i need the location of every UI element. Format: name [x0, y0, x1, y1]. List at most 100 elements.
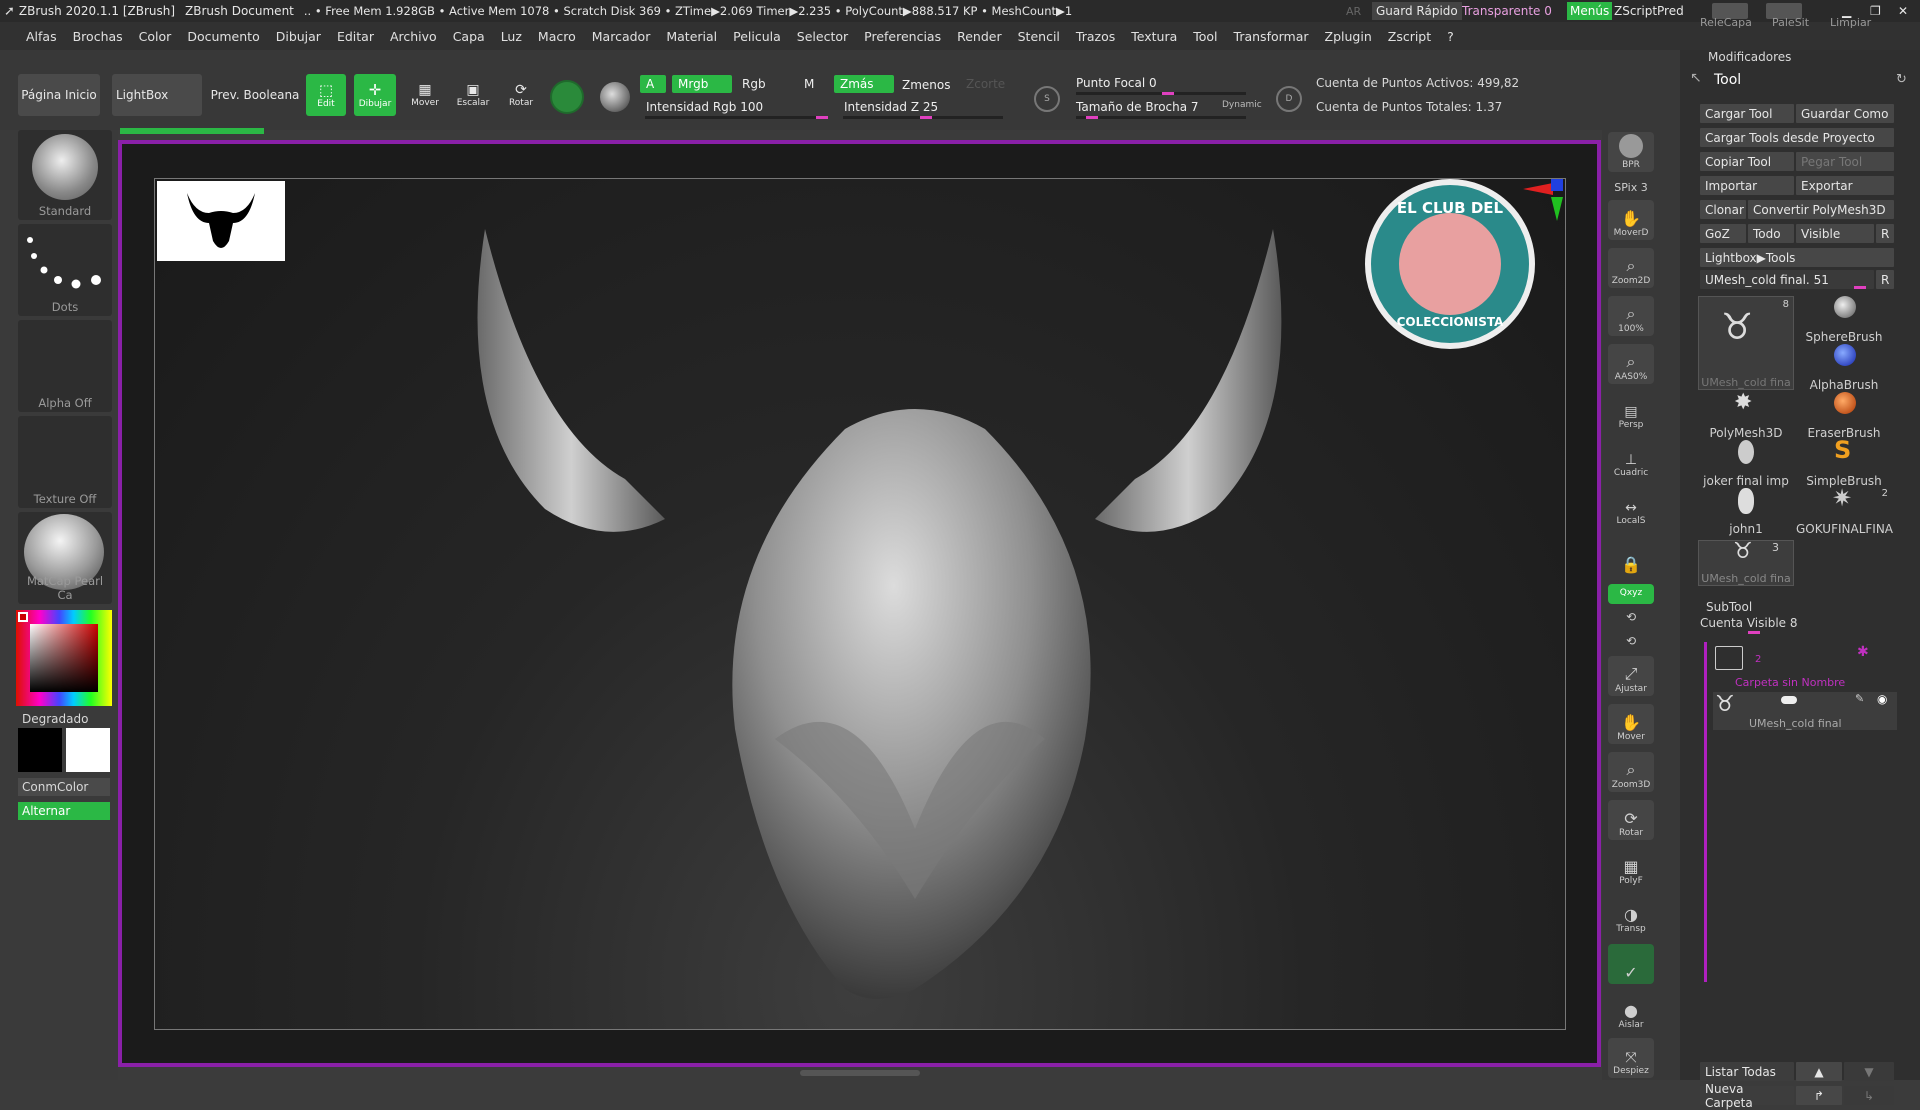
menu-luz[interactable]: Luz	[493, 29, 530, 44]
menu-editar[interactable]: Editar	[329, 29, 382, 44]
folder-action-button-2[interactable]: ↳	[1844, 1086, 1894, 1105]
transparency-button[interactable]: ◑ Transp	[1608, 896, 1654, 936]
menu-alfas[interactable]: Alfas	[18, 29, 65, 44]
tool-tile-alphabrush[interactable]: AlphaBrush	[1796, 344, 1892, 392]
menu-textura[interactable]: Textura	[1123, 29, 1185, 44]
menu-transformar[interactable]: Transformar	[1226, 29, 1317, 44]
new-folder-button[interactable]: Nueva Carpeta	[1700, 1082, 1794, 1110]
move2d-button[interactable]: ✋ MoverD	[1608, 200, 1654, 240]
tool-tile-eraserbrush[interactable]: EraserBrush	[1796, 392, 1892, 440]
r-button[interactable]: R	[1876, 224, 1894, 243]
subtool-item[interactable]: ♉ ✎ ◉ UMesh_cold final	[1713, 692, 1897, 730]
visible-count-slider[interactable]: Cuenta Visible 8	[1700, 616, 1894, 634]
focal-shift-slider[interactable]: Punto Focal 0	[1070, 74, 1250, 92]
stroke-selector[interactable]: Dots	[18, 224, 112, 316]
tool-tile-polymesh3d[interactable]: ✸ PolyMesh3D	[1698, 390, 1794, 440]
rotate-button[interactable]: ⟳ Rotar	[500, 74, 542, 116]
menu-macro[interactable]: Macro	[530, 29, 584, 44]
all-button[interactable]: Todo	[1748, 224, 1794, 243]
save-as-button[interactable]: Guardar Como	[1796, 104, 1894, 123]
draw-button[interactable]: ✛ Dibujar	[354, 74, 396, 116]
zsub-toggle[interactable]: Zmenos	[896, 76, 956, 94]
color-saturation-square[interactable]	[30, 624, 98, 692]
focal-shift-knob[interactable]	[1162, 92, 1174, 95]
rotate3d-button[interactable]: ⟳ Rotar	[1608, 800, 1654, 840]
tool-refresh-icon[interactable]: ↻	[1896, 72, 1907, 87]
material-sphere-icon[interactable]	[600, 82, 630, 112]
list-all-button[interactable]: Listar Todas	[1700, 1062, 1794, 1081]
menu-selector[interactable]: Selector	[789, 29, 856, 44]
alpha-selector[interactable]: Alpha Off	[18, 320, 112, 412]
3d-model-head[interactable]	[155, 179, 1567, 1031]
bpr-button[interactable]: BPR	[1608, 132, 1654, 172]
paste-tool-button[interactable]: Pegar Tool	[1796, 152, 1894, 171]
close-icon[interactable]: ✕	[1898, 4, 1908, 18]
gyro-icon[interactable]	[550, 80, 584, 114]
home-page-button[interactable]: Página Inicio	[18, 74, 100, 116]
scale-button[interactable]: ▣ Escalar	[452, 74, 494, 116]
load-from-project-button[interactable]: Cargar Tools desde Proyecto	[1700, 128, 1894, 147]
z-intensity-slider[interactable]: Intensidad Z 25	[838, 98, 1008, 116]
copy-tool-button[interactable]: Copiar Tool	[1700, 152, 1794, 171]
move-down-button[interactable]: ▼	[1844, 1062, 1894, 1081]
menus-toggle[interactable]: Menús	[1567, 2, 1613, 20]
subtool-header[interactable]: SubTool	[1706, 600, 1752, 614]
folder-name[interactable]: Carpeta sin Nombre	[1735, 676, 1845, 689]
z-intensity-knob[interactable]	[920, 116, 932, 119]
clone-button[interactable]: Clonar	[1700, 200, 1746, 219]
local-symmetry-button[interactable]: ↔ LocalS	[1608, 488, 1654, 528]
viewport-scroll-handle[interactable]	[800, 1070, 920, 1076]
current-tool-slider[interactable]: UMesh_cold final. 51	[1700, 270, 1874, 289]
m-toggle[interactable]: M	[798, 75, 826, 93]
menu-tool[interactable]: Tool	[1185, 29, 1225, 44]
tool-tile-simplebrush[interactable]: S SimpleBrush	[1796, 436, 1892, 488]
export-button[interactable]: Exportar	[1796, 176, 1894, 195]
texture-selector[interactable]: Texture Off	[18, 416, 112, 508]
make-polymesh-button[interactable]: Convertir PolyMesh3D	[1748, 200, 1894, 219]
folder-icon[interactable]	[1715, 646, 1743, 670]
menu-color[interactable]: Color	[131, 29, 180, 44]
menu-help[interactable]: ?	[1439, 29, 1462, 44]
transparent-slider[interactable]: Transparente 0	[1462, 4, 1552, 18]
load-tool-button[interactable]: Cargar Tool	[1700, 104, 1794, 123]
menu-zscript[interactable]: Zscript	[1380, 29, 1439, 44]
maximize-icon[interactable]: ❐	[1870, 4, 1881, 18]
menu-zplugin[interactable]: Zplugin	[1317, 29, 1380, 44]
import-button[interactable]: Importar	[1700, 176, 1794, 195]
zscript-button[interactable]: ZScriptPred	[1614, 4, 1684, 18]
actual-size-button[interactable]: ⌕ 100%	[1608, 296, 1654, 336]
visible-button[interactable]: Visible	[1796, 224, 1874, 243]
brush-selector[interactable]: Standard	[18, 130, 112, 220]
tool-tile-umesh[interactable]: 8 ♉ UMesh_cold fina	[1698, 296, 1794, 390]
menu-marcador[interactable]: Marcador	[584, 29, 659, 44]
lightbox-button[interactable]: LightBox	[112, 74, 202, 116]
overflow-relecapa[interactable]: ReleCapa	[1700, 16, 1752, 29]
folder-action-button[interactable]: ↱	[1796, 1086, 1842, 1105]
brush-size-slider[interactable]: Tamaño de Brocha 7	[1070, 98, 1210, 116]
menu-trazos[interactable]: Trazos	[1068, 29, 1123, 44]
spix-slider[interactable]: SPix 3	[1608, 176, 1654, 196]
aahalf-button[interactable]: ⌕ AAS0%	[1608, 344, 1654, 384]
rotate-y-button[interactable]: ⟲	[1608, 608, 1654, 628]
overflow-limpiar[interactable]: Limpiar	[1830, 16, 1871, 29]
primary-color-swatch[interactable]	[66, 728, 110, 772]
menu-dibujar[interactable]: Dibujar	[268, 29, 329, 44]
brush-size-knob[interactable]	[1086, 116, 1098, 119]
menu-documento[interactable]: Documento	[179, 29, 267, 44]
menu-pelicula[interactable]: Pelicula	[725, 29, 789, 44]
solo-button[interactable]: ● Aislar	[1608, 992, 1654, 1032]
secondary-color-swatch[interactable]	[18, 728, 62, 772]
menu-archivo[interactable]: Archivo	[382, 29, 445, 44]
subtool-brush-icon[interactable]: ✎	[1855, 692, 1864, 705]
menu-material[interactable]: Material	[658, 29, 725, 44]
move3d-button[interactable]: ✋ Mover	[1608, 704, 1654, 744]
ghost-button[interactable]: ✓	[1608, 944, 1654, 984]
tool-tile-spherebrush[interactable]: SphereBrush	[1796, 296, 1892, 344]
polyframe-button[interactable]: ▦ PolyF	[1608, 848, 1654, 888]
explode-button[interactable]: ⤧ Despiez	[1608, 1038, 1654, 1078]
zadd-toggle[interactable]: Zmás	[834, 75, 894, 93]
subtool-toggle-icon[interactable]	[1781, 696, 1797, 704]
zcut-toggle[interactable]: Zcorte	[960, 75, 1010, 93]
perspective-button[interactable]: ▤ Persp	[1608, 392, 1654, 432]
tool-tile-goku[interactable]: 2 ✷ GOKUFINALFINA	[1796, 484, 1893, 536]
